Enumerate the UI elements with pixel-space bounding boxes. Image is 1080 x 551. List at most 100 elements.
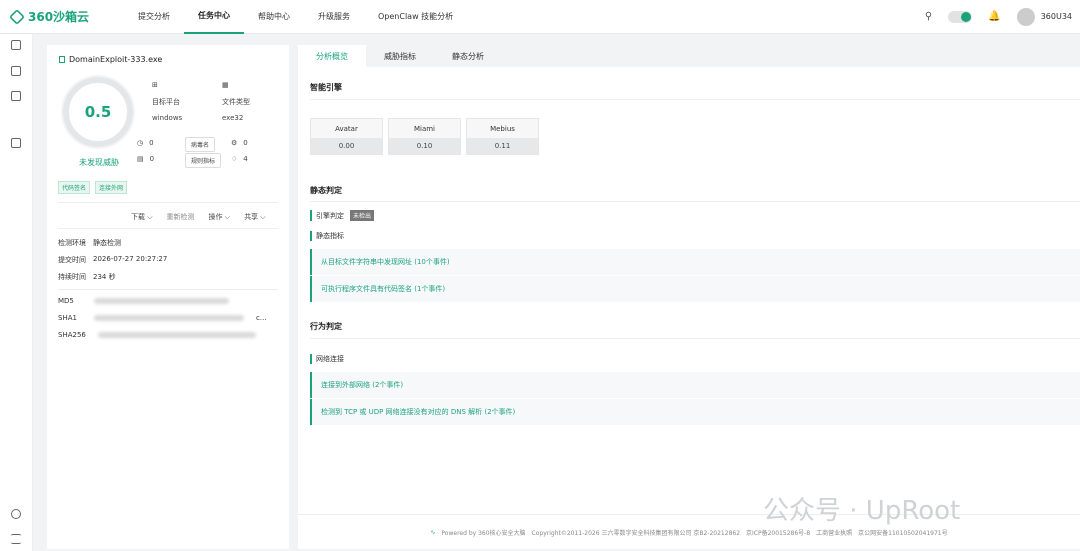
stat-1: 0 (149, 139, 154, 147)
static-section-title: 静态判定 (310, 186, 342, 195)
file-name-row: DomainExploit-333.exe (59, 55, 162, 64)
duration-row: 持续时间 234 秒 (58, 272, 116, 282)
copy-icon[interactable] (11, 40, 21, 50)
windows-icon: ⊞ (152, 81, 158, 89)
divider (58, 228, 278, 229)
analysis-panel: 分析概览 威胁指标 静态分析 智能引擎 Avatar 0.00 Miami 0.10… (298, 45, 1080, 549)
file-summary-panel: DomainExploit-333.exe 0.5 未发现威胁 ⊞ ▦ 目标平台… (47, 45, 289, 549)
report-icon[interactable] (11, 91, 21, 101)
submit-label: 提交时间 (58, 256, 86, 264)
engine-card: Miami 0.10 (388, 118, 461, 155)
sidebar (0, 34, 33, 551)
file-type-icon: ▦ (222, 81, 229, 89)
tab-threat-indicators[interactable]: 威胁指标 (366, 45, 434, 67)
watermark: 公众号 · UpRoot (763, 496, 961, 526)
theme-toggle[interactable] (948, 10, 973, 23)
task-list-icon[interactable] (11, 66, 21, 76)
gear-icon: ⚙ (231, 139, 238, 147)
sha1-row: SHA1 c… (58, 314, 267, 322)
police-link[interactable]: 京公网安备11010502041971号 (858, 528, 947, 537)
sha1-tail: c… (255, 314, 267, 322)
file-name: DomainExploit-333.exe (69, 55, 163, 64)
username[interactable]: 360U34 (1041, 12, 1072, 21)
platform-label: 目标平台 (152, 98, 180, 106)
divider (310, 338, 1080, 339)
settings-icon[interactable] (11, 509, 21, 519)
event-item[interactable]: 可执行程序文件具有代码签名 (1个事件) (310, 276, 1080, 302)
event-item[interactable]: 检测到 TCP 或 UDP 网络连接没有对应的 DNS 解析 (2个事件) (310, 399, 1080, 425)
sha256-value[interactable] (97, 332, 256, 338)
submit-value: 2026-07-27 20:27:27 (93, 255, 168, 263)
powered-by: Powered by 360核心安全大脑 (441, 529, 526, 537)
avatar[interactable] (1016, 7, 1035, 26)
engine-verdict-row: 引擎判定 未检出 (310, 210, 375, 221)
engine-verdict-label: 引擎判定 (316, 211, 344, 220)
search-icon[interactable]: ⚲ (925, 11, 932, 22)
md5-label: MD5 (58, 297, 74, 305)
tag[interactable]: 连接外网 (95, 181, 128, 194)
nav-openclaw[interactable]: OpenClaw 技能分析 (364, 0, 467, 34)
clock-icon: ◷ (137, 139, 144, 147)
duration-value: 234 秒 (93, 273, 116, 281)
doc-icon: ▤ (137, 155, 144, 163)
rule-indicator-button[interactable]: 规则指标 (185, 153, 222, 168)
submit-row: 提交时间 2026-07-27 20:27:27 (58, 255, 167, 265)
nav-submit[interactable]: 提交分析 (124, 0, 184, 34)
divider (310, 201, 1080, 202)
type-label: 文件类型 (222, 98, 250, 106)
engine-cards: Avatar 0.00 Miami 0.10 Mebius 0.11 (310, 118, 539, 155)
redetect-button[interactable]: 重新检测 (167, 212, 195, 222)
sha256-label: SHA256 (58, 331, 86, 339)
verdict-text: 未发现威胁 (79, 158, 119, 167)
event-item[interactable]: 连接到外部网络 (2个事件) (310, 372, 1080, 398)
behavior-section-title: 行为判定 (310, 322, 342, 331)
tab-static-analysis[interactable]: 静态分析 (434, 45, 502, 67)
engine-name: Miami (389, 119, 460, 138)
sha1-value[interactable] (93, 315, 244, 321)
license-link[interactable]: 工商营业执照 (816, 528, 852, 537)
engine-section-title: 智能引擎 (310, 83, 342, 92)
menu-icon[interactable] (11, 534, 21, 544)
md5-value[interactable] (93, 298, 229, 304)
engine-score: 0.10 (389, 138, 460, 154)
stat-2: 0 (149, 155, 155, 163)
nav-help[interactable]: 帮助中心 (244, 0, 304, 34)
engine-name: Avatar (311, 119, 382, 138)
engine-name: Mebius (467, 119, 538, 138)
download-button[interactable]: 下载 ⌵ (131, 212, 153, 222)
tag-list: 代码签名 连接外网 (58, 181, 128, 194)
nav-upgrade[interactable]: 升级服务 (304, 0, 364, 34)
engine-card: Mebius 0.11 (466, 118, 539, 155)
score-value: 0.5 (84, 103, 112, 121)
footer: ∿ Powered by 360核心安全大脑 Copyright©2011-20… (298, 514, 1080, 549)
divider (58, 202, 278, 203)
tag[interactable]: 代码签名 (58, 181, 91, 194)
env-value: 静态检测 (93, 239, 121, 247)
action-bar: 下载 ⌵ 重新检测 操作 ⌵ 共享 ⌵ (131, 212, 266, 222)
stat-4: 4 (243, 155, 248, 163)
sha256-row: SHA256 (58, 331, 256, 339)
icp-link[interactable]: 京ICP备20015286号-8 (746, 528, 810, 537)
top-bar: 360沙箱云 提交分析 任务中心 帮助中心 升级服务 OpenClaw 技能分析… (0, 0, 1080, 34)
score-gauge: 0.5 (63, 77, 133, 147)
md5-row: MD5 (58, 297, 229, 305)
bell-icon[interactable]: 🔔 (988, 11, 1000, 22)
tab-overview[interactable]: 分析概览 (298, 45, 366, 67)
virus-name-button[interactable]: 病毒名 (185, 137, 216, 152)
nav-tasks[interactable]: 任务中心 (184, 0, 244, 34)
operate-button[interactable]: 操作 ⌵ (209, 212, 231, 222)
event-item[interactable]: 从目标文件字符串中发现网址 (10个事件) (310, 249, 1080, 275)
engine-score: 0.11 (467, 138, 538, 154)
brand-name: 360沙箱云 (28, 10, 90, 24)
env-row: 检测环境 静态检测 (58, 238, 121, 248)
share-button[interactable]: 共享 ⌵ (244, 212, 266, 222)
chat-icon[interactable] (11, 138, 21, 148)
brand-logo[interactable]: 360沙箱云 (9, 8, 114, 25)
copyright: Copyright©2011-2026 三六零数字安全科技集团有限公司 京B2-… (531, 529, 741, 537)
wave-icon: ∿ (430, 528, 436, 536)
status-badge: 未检出 (350, 210, 375, 221)
divider (310, 99, 1080, 100)
network-label: 网络连接 (310, 354, 344, 364)
engine-score: 0.00 (311, 138, 382, 154)
layers-icon: ♢ (231, 155, 238, 163)
